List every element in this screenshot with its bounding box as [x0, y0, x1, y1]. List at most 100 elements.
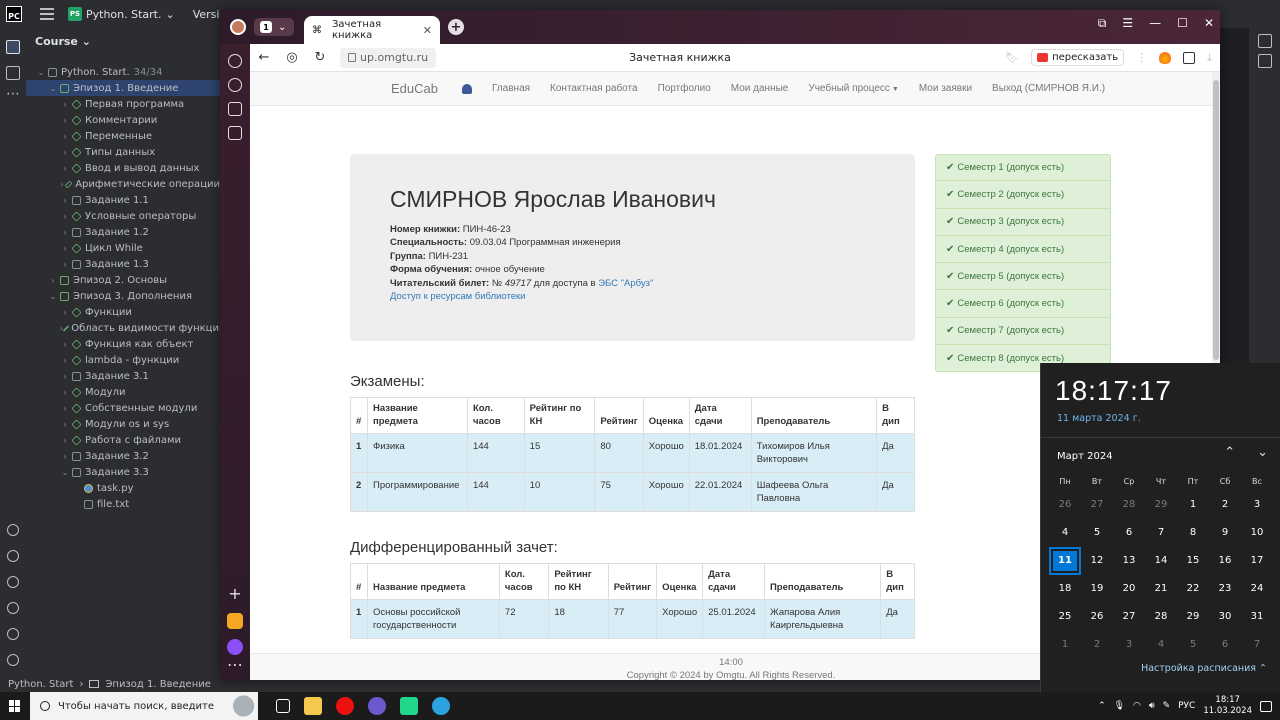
calendar-day[interactable]: 1 [1049, 631, 1081, 659]
more-tools-icon[interactable]: ⋯ [0, 86, 26, 102]
protect-icon[interactable]: ◎ [278, 50, 306, 65]
calendar-day[interactable]: 24 [1241, 575, 1273, 603]
python-packages-icon[interactable] [7, 524, 19, 536]
volume-icon[interactable]: 🔊︎ [1149, 701, 1155, 711]
calendar-day[interactable]: 8 [1177, 519, 1209, 547]
tree-item[interactable]: task.py [26, 480, 220, 496]
calendar-day[interactable]: 26 [1049, 491, 1081, 519]
tree-item[interactable]: › Типы данных [26, 144, 220, 160]
terminal-icon[interactable] [7, 602, 19, 614]
tree-item[interactable]: ⌄ Задание 3.3 [26, 464, 220, 480]
reload-icon[interactable]: ↻ [306, 50, 334, 65]
calendar-day[interactable]: 5 [1177, 631, 1209, 659]
tree-item[interactable]: › Область видимости функции [26, 320, 225, 336]
back-icon[interactable]: ← [250, 50, 278, 65]
close-tab-icon[interactable]: ✕ [423, 24, 432, 37]
semester-item[interactable]: ✔ Семестр 2 (допуск есть) [935, 181, 1111, 209]
maximize-button[interactable]: ☐ [1177, 16, 1188, 31]
calendar-day[interactable]: 12 [1081, 547, 1113, 575]
chevron-up-icon[interactable]: ⌃ [1224, 445, 1235, 460]
calendar-day[interactable]: 25 [1049, 603, 1081, 631]
pycharm-icon[interactable] [400, 697, 418, 715]
history-icon[interactable] [228, 54, 242, 68]
calendar-day[interactable]: 15 [1177, 547, 1209, 575]
tree-item[interactable]: › Собственные модули [26, 400, 220, 416]
semester-item[interactable]: ✔ Семестр 1 (допуск есть) [935, 154, 1111, 182]
calendar-day[interactable]: 27 [1081, 491, 1113, 519]
calendar-day[interactable]: 26 [1081, 603, 1113, 631]
tree-item[interactable]: › Условные операторы [26, 208, 220, 224]
tree-item[interactable]: file.txt [26, 496, 220, 512]
calendar-day[interactable]: 16 [1209, 547, 1241, 575]
downloads-icon[interactable]: ⤓ [1207, 51, 1212, 65]
task-view-icon[interactable] [276, 699, 290, 713]
tree-item[interactable]: › Арифметические операции [26, 176, 220, 192]
language-indicator[interactable]: РУС [1178, 701, 1195, 711]
tree-item[interactable]: › Комментарии [26, 112, 220, 128]
tree-item[interactable]: › Задание 1.1 [26, 192, 220, 208]
calendar-day[interactable]: 3 [1113, 631, 1145, 659]
tree-item[interactable]: ⌄ Эпизод 1. Введение [26, 80, 220, 96]
tabs-counter[interactable]: 1 ⌄ [254, 18, 294, 36]
calendar-day[interactable]: 9 [1209, 519, 1241, 547]
telegram-icon[interactable] [432, 697, 450, 715]
semester-item[interactable]: ✔ Семестр 4 (допуск есть) [935, 235, 1111, 264]
taskbar-search[interactable]: Чтобы начать поиск, введите [30, 692, 258, 720]
calendar-day[interactable]: 19 [1081, 575, 1113, 603]
main-menu-icon[interactable] [40, 8, 54, 20]
calendar-day[interactable]: 30 [1209, 603, 1241, 631]
yandex-browser-icon[interactable] [336, 697, 354, 715]
bell-icon[interactable] [461, 83, 472, 94]
calendar-month[interactable]: Март 2024 [1057, 451, 1113, 462]
library-access-link[interactable]: Доступ к ресурсам библиотеки [390, 291, 526, 302]
layers-icon[interactable] [7, 550, 19, 562]
calendar-day[interactable]: 6 [1113, 519, 1145, 547]
course-panel-title[interactable]: Course ⌄ [26, 28, 220, 54]
more-icon[interactable]: ⋯ [220, 655, 250, 674]
nav-home[interactable]: Главная [482, 83, 540, 94]
calendar-day[interactable]: 1 [1177, 491, 1209, 519]
wifi-icon[interactable]: ◠ [1133, 701, 1141, 711]
flyout-date[interactable]: 11 марта 2024 г. [1057, 413, 1141, 424]
file-explorer-icon[interactable] [304, 697, 322, 715]
bookmark-icon[interactable]: 🔖︎ [1005, 51, 1019, 64]
project-tool-icon[interactable] [6, 40, 20, 54]
tree-item[interactable]: › Первая программа [26, 96, 220, 112]
tree-item[interactable]: › Функция как объект [26, 336, 220, 352]
calendar-day[interactable]: 6 [1209, 631, 1241, 659]
nav-my-data[interactable]: Мои данные [721, 83, 799, 94]
calendar-day[interactable]: 22 [1177, 575, 1209, 603]
calendar-day-today[interactable]: 11 [1049, 547, 1081, 575]
tree-item[interactable]: › Модули [26, 384, 220, 400]
nav-study-process[interactable]: Учебный процесс ▼ [798, 83, 908, 94]
number-six-icon[interactable] [228, 102, 242, 116]
calendar-day[interactable]: 21 [1145, 575, 1177, 603]
start-button[interactable] [0, 700, 30, 712]
ebs-link[interactable]: ЭБС "Арбуз" [598, 278, 653, 289]
close-button[interactable]: ✕ [1204, 16, 1214, 31]
tree-item[interactable]: › Переменные [26, 128, 220, 144]
tree-item[interactable]: › Задание 3.2 [26, 448, 220, 464]
nav-contact-work[interactable]: Контактная работа [540, 83, 648, 94]
alice-assistant-icon[interactable] [227, 639, 243, 655]
url-field[interactable]: up.omgtu.ru [340, 47, 437, 68]
nav-logout[interactable]: Выход (СМИРНОВ Я.И.) [982, 83, 1115, 94]
project-status[interactable]: Python. Start [8, 679, 73, 690]
run-icon[interactable] [7, 576, 19, 588]
calendar-day[interactable]: 31 [1241, 603, 1273, 631]
calendar-day[interactable]: 14 [1145, 547, 1177, 575]
calendar-day[interactable]: 29 [1145, 491, 1177, 519]
calendar-day[interactable]: 7 [1145, 519, 1177, 547]
tree-item[interactable]: › Задание 1.2 [26, 224, 220, 240]
notifications-icon[interactable] [1257, 34, 1272, 48]
task-description-icon[interactable] [1257, 54, 1272, 68]
tree-root[interactable]: ⌄ Python. Start. 34/34 [26, 64, 220, 80]
reader-icon[interactable] [1183, 51, 1196, 64]
schedule-settings-link[interactable]: Настройка расписания ⌃ [1041, 663, 1280, 674]
tray-chevron-icon[interactable]: ⌃ [1098, 701, 1106, 711]
calendar-day[interactable]: 4 [1145, 631, 1177, 659]
tree-item[interactable]: › Работа с файлами [26, 432, 220, 448]
calendar-day[interactable]: 2 [1081, 631, 1113, 659]
calendar-day[interactable]: 20 [1113, 575, 1145, 603]
calendar-day[interactable]: 23 [1209, 575, 1241, 603]
